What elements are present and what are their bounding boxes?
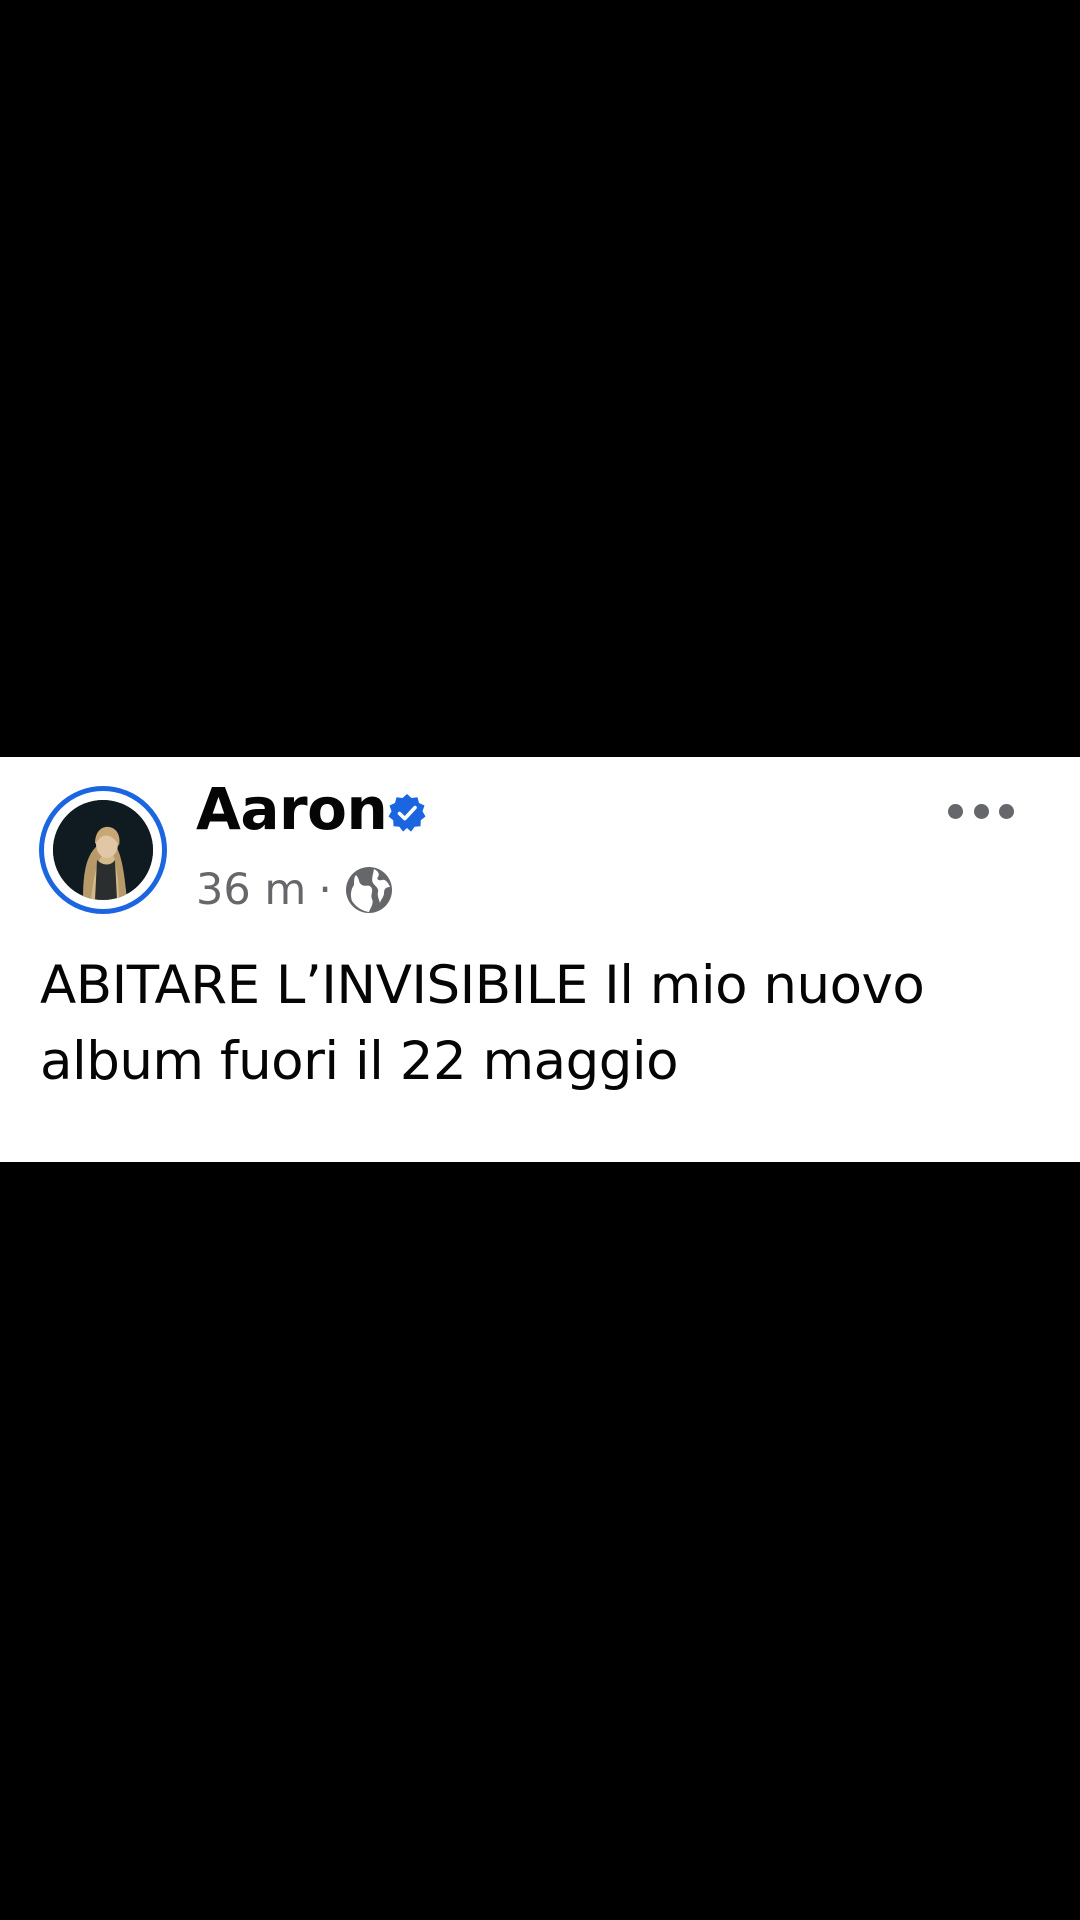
more-dot-icon [948, 803, 963, 819]
avatar-photo [53, 800, 153, 900]
more-options-button[interactable] [948, 794, 1014, 828]
more-dot-icon [973, 803, 989, 819]
post-meta: 36 m · [196, 860, 394, 920]
verified-badge-icon [388, 794, 426, 832]
meta-separator: · [318, 865, 332, 915]
globe-icon[interactable] [344, 865, 394, 915]
screen: Aaron 36 m · ABITARE L’INVISIBILE Il mio… [0, 0, 1080, 1920]
more-dot-icon [999, 803, 1014, 819]
post-timestamp[interactable]: 36 m [196, 865, 306, 915]
post-text: ABITARE L’INVISIBILE Il mio nuovo album … [40, 955, 925, 1092]
profile-avatar[interactable] [39, 786, 167, 914]
author-name[interactable]: Aaron [196, 772, 388, 846]
